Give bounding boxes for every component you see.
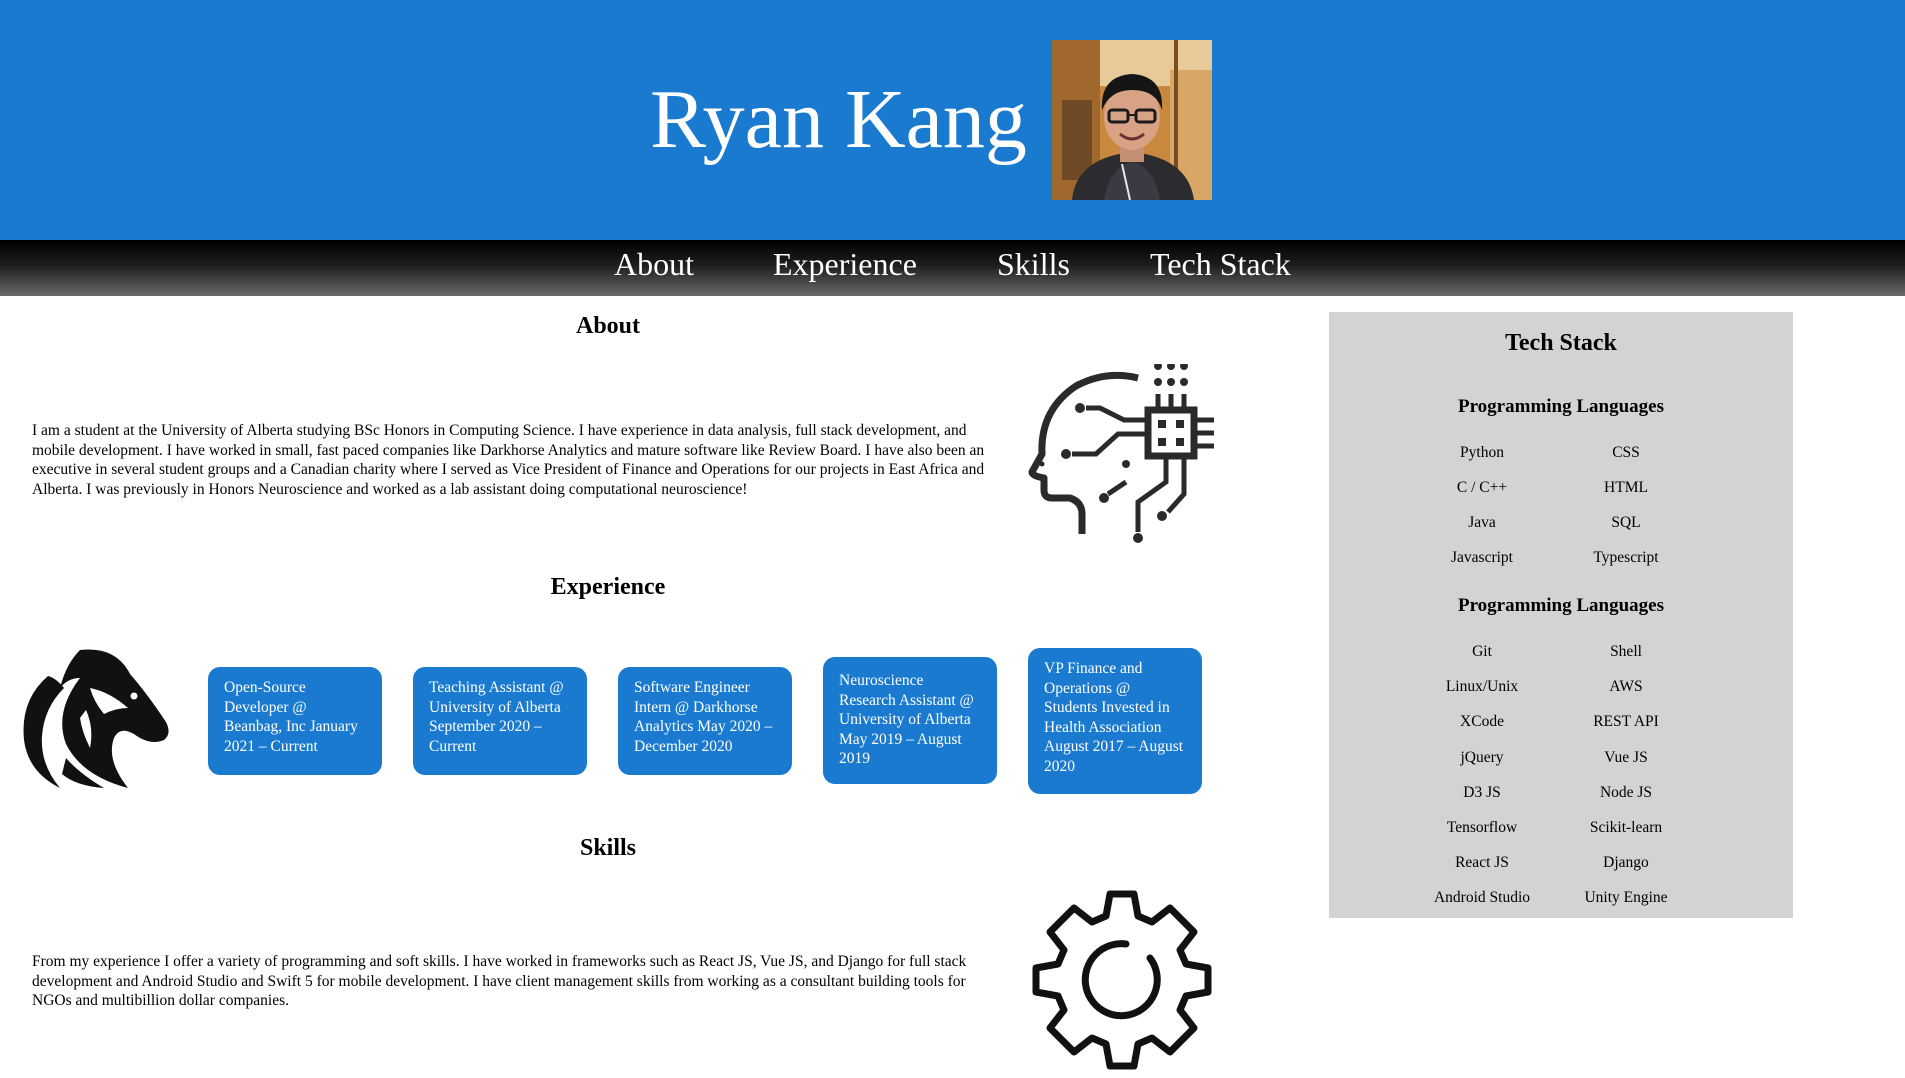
about-text: I am a student at the University of Albe… xyxy=(32,422,985,498)
tech-item: jQuery xyxy=(1460,749,1504,766)
horse-logo-icon xyxy=(20,648,172,792)
nav-about[interactable]: About xyxy=(614,246,694,283)
experience-heading: Experience xyxy=(550,574,666,600)
gear-icon xyxy=(1032,890,1212,1070)
skills-heading: Skills xyxy=(579,835,637,861)
tech-item: Android Studio xyxy=(1433,889,1531,906)
nav-bar: About Experience Skills Tech Stack xyxy=(0,240,1905,296)
tech-item: Typescript xyxy=(1593,549,1659,566)
tech-item: Vue JS xyxy=(1604,749,1648,766)
experience-card[interactable]: Open-Source Developer @ Beanbag, Inc Jan… xyxy=(208,667,382,775)
tech-item: Java xyxy=(1468,514,1496,531)
site-title: Ryan Kang xyxy=(650,73,1027,166)
tech-item: SQL xyxy=(1611,514,1641,531)
tech-item: XCode xyxy=(1460,713,1504,730)
tech-stack-panel: Tech Stack Programming Languages Python … xyxy=(1329,312,1793,918)
tech-item: Unity Engine xyxy=(1584,889,1668,906)
site-header: Ryan Kang xyxy=(0,0,1905,240)
experience-card[interactable]: Software Engineer Intern @ Darkhorse Ana… xyxy=(618,667,792,775)
tech-item: Scikit-learn xyxy=(1589,819,1663,836)
about-heading: About xyxy=(575,313,641,339)
tech-item: Shell xyxy=(1610,643,1642,660)
tech-stack-heading: Tech Stack xyxy=(1505,330,1617,356)
tech-item: Django xyxy=(1603,854,1649,871)
tech-item: C / C++ xyxy=(1456,479,1508,496)
tech-item: D3 JS xyxy=(1463,784,1501,801)
nav-experience[interactable]: Experience xyxy=(773,246,917,283)
tech-item: Python xyxy=(1460,444,1504,461)
tech-item: REST API xyxy=(1593,713,1659,730)
tech-item: HTML xyxy=(1604,479,1648,496)
tech-item: Javascript xyxy=(1451,549,1513,566)
tech-item: Git xyxy=(1472,643,1492,660)
tech-item: React JS xyxy=(1455,854,1509,871)
brain-chip-icon xyxy=(1026,362,1216,556)
tech-group-title: Programming Languages xyxy=(1457,595,1664,616)
tech-item: CSS xyxy=(1612,444,1640,461)
tech-item: Node JS xyxy=(1599,784,1653,801)
experience-card[interactable]: Teaching Assistant @ University of Alber… xyxy=(413,667,587,775)
tech-group-title: Programming Languages xyxy=(1457,396,1664,417)
nav-skills[interactable]: Skills xyxy=(997,246,1070,283)
tech-item: AWS xyxy=(1609,678,1643,695)
skills-text: From my experience I offer a variety of … xyxy=(32,953,967,1009)
experience-card[interactable]: VP Finance and Operations @ Students Inv… xyxy=(1028,648,1202,794)
tech-item: Linux/Unix xyxy=(1445,678,1519,695)
experience-card[interactable]: Neuroscience Research Assistant @ Univer… xyxy=(823,657,997,784)
profile-photo xyxy=(1052,40,1212,200)
nav-tech-stack[interactable]: Tech Stack xyxy=(1150,246,1291,283)
tech-item: Tensorflow xyxy=(1446,819,1518,836)
